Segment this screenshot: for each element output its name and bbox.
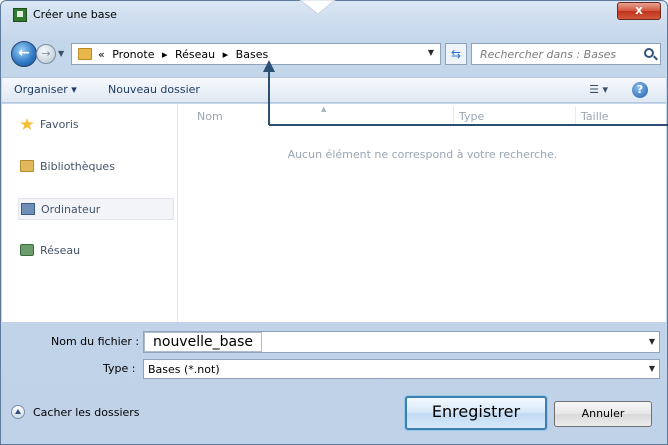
app-icon (13, 8, 27, 22)
help-icon[interactable]: ? (632, 82, 648, 98)
history-dropdown-icon[interactable]: ▼ (58, 49, 68, 59)
breadcrumb: « Pronote ▸ Réseau ▸ Bases (98, 48, 272, 61)
column-header-name[interactable]: Nom (197, 110, 223, 123)
folder-icon (78, 48, 92, 60)
computer-icon (21, 203, 35, 215)
refresh-button[interactable]: ⇆ (445, 43, 467, 65)
column-header-size[interactable]: Taille (581, 110, 609, 123)
breadcrumb-item-bases[interactable]: Bases (236, 48, 269, 61)
arrow-left-icon: ← (18, 45, 30, 61)
forward-button[interactable]: → (36, 44, 56, 64)
chevron-down-icon[interactable]: ▼ (649, 337, 655, 346)
empty-list-message: Aucun élément ne correspond à votre rech… (287, 148, 558, 161)
nav-item-label: Réseau (40, 244, 81, 257)
column-header-type[interactable]: Type (459, 110, 484, 123)
view-list-icon: ☰ (589, 83, 599, 96)
nav-item-computer[interactable]: Ordinateur (18, 198, 174, 220)
save-dialog: Créer une base x ← → ▼ « Pronote ▸ Résea… (0, 0, 668, 445)
file-list[interactable]: Nom ▲ Type Taille Aucun élément ne corre… (179, 104, 666, 322)
chevron-right-icon[interactable]: ▸ (223, 48, 229, 61)
arrow-right-icon: → (41, 47, 51, 60)
filename-label: Nom du fichier : (51, 335, 140, 348)
filename-value[interactable]: nouvelle_base (144, 332, 262, 352)
breadcrumb-item-reseau[interactable]: Réseau (175, 48, 215, 61)
organize-button[interactable]: Organiser ▾ (14, 83, 77, 96)
search-placeholder: Rechercher dans : Bases (480, 48, 617, 61)
browser-body: Favoris Bibliothèques Ordinateur Réseau … (2, 104, 666, 322)
breadcrumb-item-pronote[interactable]: Pronote (112, 48, 154, 61)
window-title: Créer une base (33, 8, 117, 21)
new-folder-button[interactable]: Nouveau dossier (108, 83, 200, 96)
title-bar[interactable]: Créer une base x (1, 1, 667, 29)
filename-field[interactable]: nouvelle_base ▼ (143, 331, 660, 353)
chevron-down-icon[interactable]: ▼ (649, 364, 655, 373)
nav-item-label: Bibliothèques (40, 160, 115, 173)
sort-ascending-icon: ▲ (321, 105, 327, 113)
navigation-row: ← → ▼ « Pronote ▸ Réseau ▸ Bases ▼ ⇆ Rec… (11, 41, 661, 67)
refresh-icon: ⇆ (450, 47, 462, 61)
address-dropdown-icon[interactable]: ▼ (428, 48, 434, 57)
breadcrumb-overflow[interactable]: « (98, 48, 105, 61)
type-label: Type : (103, 362, 136, 375)
chevron-down-icon: ▾ (602, 83, 608, 96)
view-options-button[interactable]: ☰ ▾ (589, 83, 608, 96)
screenshot-canvas: Créer une base x ← → ▼ « Pronote ▸ Résea… (0, 0, 668, 445)
star-icon (20, 118, 34, 130)
chevron-right-icon[interactable]: ▸ (162, 48, 168, 61)
nav-item-network[interactable]: Réseau (18, 240, 174, 262)
address-bar[interactable]: « Pronote ▸ Réseau ▸ Bases ▼ (71, 43, 441, 65)
back-button[interactable]: ← (11, 41, 37, 67)
column-divider[interactable] (453, 106, 454, 124)
save-button[interactable]: Enregistrer (405, 396, 547, 430)
close-button[interactable]: x (617, 2, 661, 20)
network-icon (20, 244, 34, 256)
hide-folders-label: Cacher les dossiers (33, 406, 140, 419)
cancel-button[interactable]: Annuler (554, 401, 652, 427)
nav-item-label: Favoris (40, 118, 79, 131)
search-input[interactable]: Rechercher dans : Bases (471, 43, 661, 65)
command-toolbar: Organiser ▾ Nouveau dossier ☰ ▾ ? (2, 77, 666, 103)
navigation-pane: Favoris Bibliothèques Ordinateur Réseau (2, 104, 178, 322)
chevron-up-icon (11, 405, 25, 419)
nav-item-favorites[interactable]: Favoris (18, 114, 174, 136)
library-icon (20, 160, 34, 172)
nav-item-label: Ordinateur (41, 203, 101, 216)
column-divider[interactable] (575, 106, 576, 124)
search-icon[interactable] (644, 48, 654, 58)
file-type-select[interactable]: Bases (*.not) ▼ (143, 359, 660, 379)
nav-item-libraries[interactable]: Bibliothèques (18, 156, 174, 178)
file-type-value: Bases (*.not) (148, 363, 220, 376)
